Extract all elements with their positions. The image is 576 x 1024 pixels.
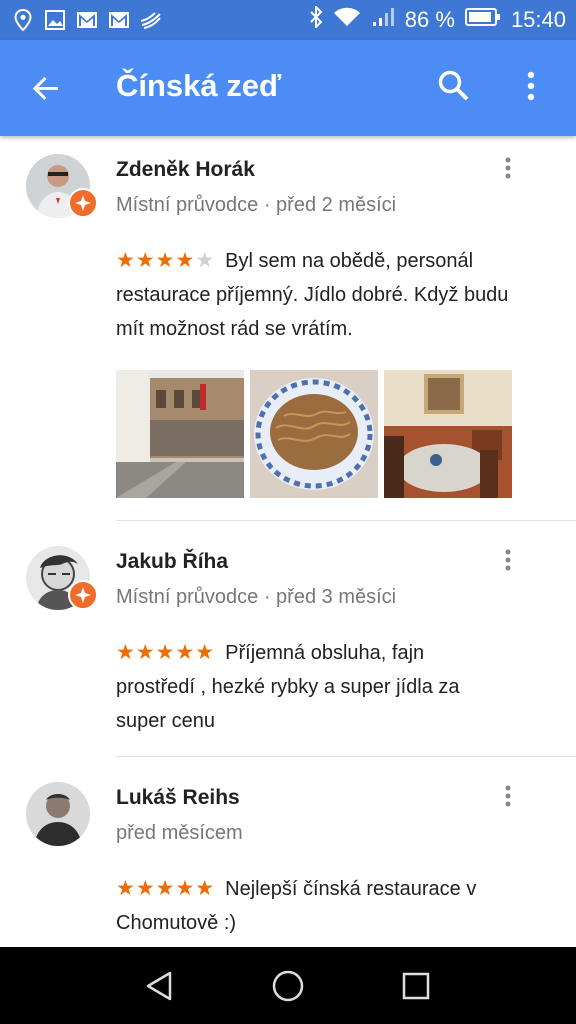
back-arrow-icon[interactable]: [28, 70, 64, 106]
review-meta: Místní průvodce · před 3 měsíci: [116, 586, 397, 608]
image-icon: [44, 9, 66, 31]
nav-home-icon[interactable]: [271, 969, 305, 1003]
review-photo[interactable]: [384, 370, 512, 498]
divider: [116, 756, 576, 757]
cellular-icon: [371, 6, 395, 34]
search-icon[interactable]: [436, 68, 472, 104]
signal-app-icon: [140, 9, 162, 31]
review-more-icon[interactable]: [498, 784, 518, 812]
star-rating: ★★★★★: [116, 877, 216, 900]
divider: [116, 520, 576, 521]
nav-recents-icon[interactable]: [399, 969, 433, 1003]
review-more-icon[interactable]: [498, 156, 518, 184]
clock: 15:40: [510, 7, 566, 32]
review-text: ★★★★★ Příjemná obsluha, fajn prostředí , …: [116, 636, 546, 738]
review-more-icon[interactable]: [498, 548, 518, 576]
review-author[interactable]: Jakub Říha: [116, 550, 228, 574]
review-photo[interactable]: [116, 370, 244, 498]
battery-percent: 86 %: [404, 7, 455, 32]
gmail-icon: [108, 9, 130, 31]
avatar[interactable]: [26, 782, 90, 846]
review-text: ★★★★★ Nejlepší čínská restaurace v Chomut…: [116, 872, 546, 940]
review-author[interactable]: Lukáš Reihs: [116, 786, 240, 810]
review-meta: před měsícem: [116, 822, 243, 844]
gmail-icon: [76, 9, 98, 31]
wifi-icon: [333, 6, 361, 34]
star-rating: ★★★★★: [116, 641, 216, 664]
review-photos: [116, 370, 512, 498]
reviews-list[interactable]: Zdeněk Horák Místní průvodce · před 2 mě…: [0, 136, 576, 947]
local-guide-badge-icon: [68, 188, 98, 218]
review-author[interactable]: Zdeněk Horák: [116, 158, 255, 182]
app-bar: Čínská zeď: [0, 40, 576, 136]
battery-icon: [464, 7, 501, 33]
local-guide-badge-icon: [68, 580, 98, 610]
review-meta: Místní průvodce · před 2 měsíci: [116, 194, 397, 216]
navigation-bar: [0, 947, 576, 1024]
page-title: Čínská zeď: [116, 68, 282, 103]
review-photo[interactable]: [250, 370, 378, 498]
more-vert-icon[interactable]: [518, 68, 544, 104]
review-text: ★★★★★ Byl sem na obědě, personál restaura…: [116, 244, 546, 346]
status-bar: 86 % 15:40: [0, 0, 576, 40]
location-icon: [12, 9, 34, 31]
star-rating: ★★★★★: [116, 249, 216, 272]
nav-back-icon[interactable]: [142, 969, 176, 1003]
bluetooth-icon: [309, 4, 323, 34]
